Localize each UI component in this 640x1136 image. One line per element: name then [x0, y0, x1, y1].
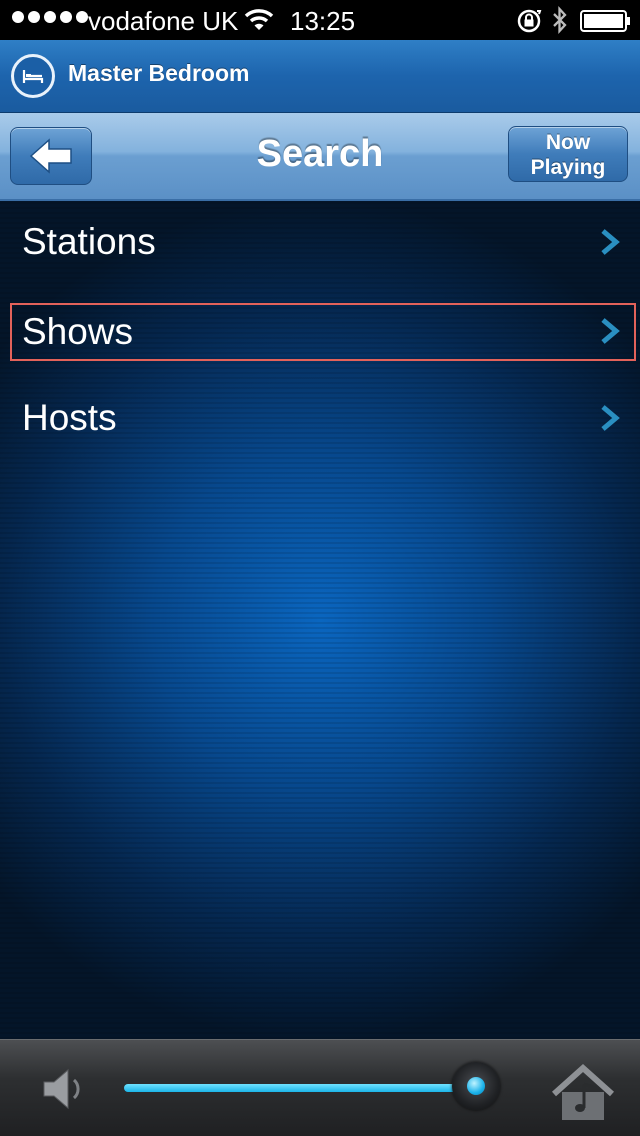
- nav-bar: Search Now Playing: [0, 113, 640, 201]
- music-home-icon[interactable]: [550, 1060, 616, 1131]
- status-bar: vodafone UK 13:25: [0, 0, 640, 40]
- screen: vodafone UK 13:25 Master Bedroom Search …: [0, 0, 640, 1136]
- battery-icon: [580, 9, 632, 40]
- carrier-name: vodafone UK: [88, 6, 239, 36]
- room-title: Master Bedroom: [68, 60, 250, 86]
- list-item-label: Shows: [22, 311, 134, 352]
- rotation-lock-icon: [516, 8, 542, 41]
- volume-slider-handle[interactable]: [451, 1062, 500, 1110]
- speaker-icon[interactable]: [40, 1064, 88, 1119]
- bed-icon: [11, 54, 55, 98]
- bluetooth-icon: [551, 6, 569, 41]
- list-item-label: Stations: [22, 221, 156, 262]
- wifi-icon: [244, 8, 274, 39]
- list-item-hosts[interactable]: Hosts: [0, 377, 640, 465]
- volume-level-fill: [124, 1084, 476, 1092]
- volume-slider[interactable]: [124, 1084, 494, 1092]
- list-item-label: Hosts: [22, 397, 117, 438]
- chevron-right-icon: [601, 405, 620, 431]
- volume-handle-indicator: [466, 1077, 485, 1095]
- list-item-stations[interactable]: Stations: [0, 201, 640, 289]
- now-playing-label-line2: Playing: [530, 156, 606, 179]
- bottom-bar: [0, 1039, 640, 1136]
- signal-dots-icon: [12, 11, 88, 23]
- now-playing-label-line1: Now: [545, 131, 591, 154]
- room-header[interactable]: Master Bedroom: [0, 40, 640, 113]
- now-playing-button[interactable]: Now Playing: [508, 126, 628, 182]
- clock: 13:25: [290, 6, 356, 36]
- chevron-right-icon: [601, 318, 620, 344]
- chevron-right-icon: [601, 229, 620, 255]
- search-list: Stations Shows Hosts: [0, 201, 640, 1039]
